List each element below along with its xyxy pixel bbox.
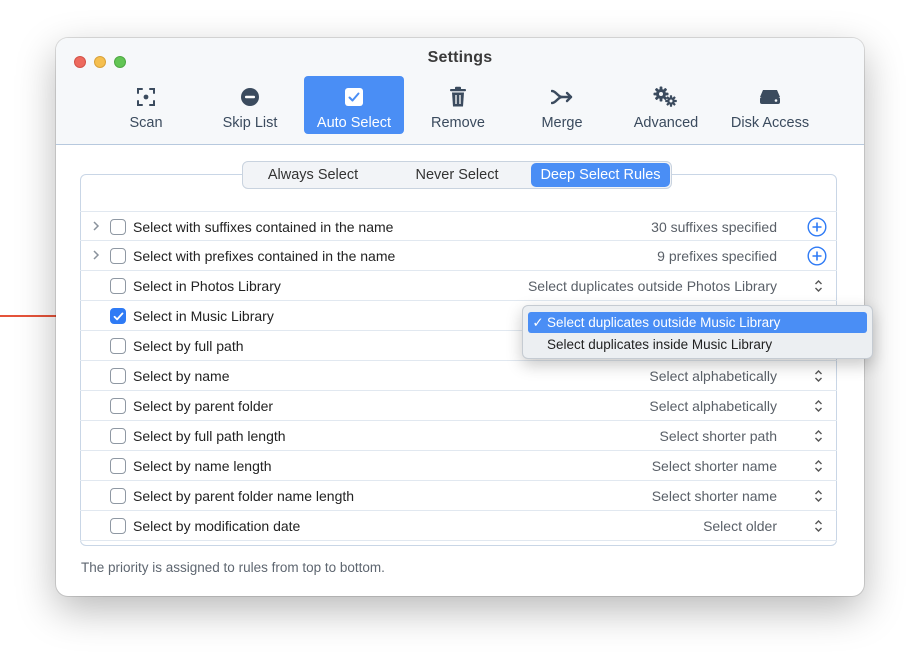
rule-row-full-path-length[interactable]: Select by full path length Select shorte… [80, 421, 837, 451]
rule-value: 9 prefixes specified [657, 248, 777, 264]
footer-note: The priority is assigned to rules from t… [81, 560, 385, 575]
rule-popup-value[interactable]: Select alphabetically [649, 361, 777, 391]
trash-icon [448, 84, 468, 110]
rule-label: Select by parent folder [133, 398, 274, 414]
rule-label: Select with suffixes contained in the na… [133, 219, 394, 235]
rule-checkbox[interactable] [110, 248, 126, 264]
up-down-chevron-icon[interactable] [814, 429, 823, 443]
tab-never-select[interactable]: Never Select [383, 163, 531, 187]
up-down-chevron-icon[interactable] [814, 519, 823, 533]
rules-tab-bar: Always Select Never Select Deep Select R… [242, 161, 672, 189]
toolbar-label: Skip List [222, 115, 278, 131]
toolbar-auto-select-button[interactable]: Auto Select [304, 76, 404, 134]
rule-row-photos-library[interactable]: Select in Photos Library Select duplicat… [80, 271, 837, 301]
chevron-right-icon[interactable] [92, 220, 100, 232]
rule-row-parent-folder[interactable]: Select by parent folder Select alphabeti… [80, 391, 837, 421]
rule-popup-value[interactable]: Select shorter name [652, 481, 777, 511]
toolbar-scan-button[interactable]: Scan [96, 76, 196, 134]
rule-row-modification-date[interactable]: Select by modification date Select older [80, 511, 837, 541]
rule-label: Select with prefixes contained in the na… [133, 248, 396, 264]
rule-checkbox[interactable] [110, 368, 126, 384]
rule-label: Select by modification date [133, 518, 301, 534]
rule-popup-value[interactable]: Select older [703, 511, 777, 541]
rule-row-parent-folder-name-length[interactable]: Select by parent folder name length Sele… [80, 481, 837, 511]
rule-label: Select in Photos Library [133, 278, 281, 294]
rule-row-prefixes[interactable]: Select with prefixes contained in the na… [80, 241, 837, 271]
rule-checkbox[interactable] [110, 518, 126, 534]
rule-popup-value[interactable]: Select alphabetically [649, 391, 777, 421]
toolbar-label: Merge [541, 115, 583, 131]
up-down-chevron-icon[interactable] [814, 399, 823, 413]
rule-value: 30 suffixes specified [651, 219, 777, 235]
rule-popup-value[interactable]: Select duplicates outside Photos Library [528, 271, 777, 301]
toolbar-skip-list-button[interactable]: Skip List [200, 76, 300, 134]
rule-label: Select by full path [133, 338, 244, 354]
rule-label: Select by name [133, 368, 230, 384]
rule-checkbox[interactable] [110, 338, 126, 354]
toolbar-label: Remove [431, 115, 485, 131]
rule-label: Select by full path length [133, 428, 286, 444]
rule-label: Select by parent folder name length [133, 488, 355, 504]
up-down-chevron-icon[interactable] [814, 459, 823, 473]
toolbar-label: Advanced [633, 115, 699, 131]
rule-row-name-length[interactable]: Select by name length Select shorter nam… [80, 451, 837, 481]
rule-row-suffixes[interactable]: Select with suffixes contained in the na… [80, 211, 837, 241]
rule-checkbox[interactable] [110, 219, 126, 235]
menu-option-outside-music-library[interactable]: ✓ Select duplicates outside Music Library [528, 312, 867, 333]
toolbar-label: Scan [129, 115, 163, 131]
rule-row-name[interactable]: Select by name Select alphabetically [80, 361, 837, 391]
rule-checkbox[interactable] [110, 488, 126, 504]
toolbar-disk-access-button[interactable]: Disk Access [720, 76, 820, 134]
tab-always-select[interactable]: Always Select [245, 163, 381, 187]
add-circle-icon[interactable] [807, 217, 827, 237]
checkmark-icon [113, 312, 124, 321]
up-down-chevron-icon[interactable] [814, 369, 823, 383]
rules-list: Select with suffixes contained in the na… [80, 211, 837, 541]
merge-arrow-icon [551, 84, 573, 110]
up-down-chevron-icon[interactable] [814, 279, 823, 293]
menu-option-label: Select duplicates inside Music Library [547, 337, 773, 352]
checkbox-icon [344, 84, 364, 110]
up-down-chevron-icon[interactable] [814, 489, 823, 503]
rule-popup-value[interactable]: Select shorter path [659, 421, 777, 451]
rule-checkbox[interactable] [110, 398, 126, 414]
tab-deep-select-rules[interactable]: Deep Select Rules [531, 163, 670, 187]
menu-option-label: Select duplicates outside Music Library [547, 315, 781, 330]
minus-circle-icon [240, 84, 260, 110]
scan-icon [136, 84, 156, 110]
toolbar-advanced-button[interactable]: Advanced [616, 76, 716, 134]
rule-checkbox[interactable] [110, 278, 126, 294]
title-bar: Settings Scan Skip List Auto Select Remo… [56, 38, 864, 145]
rule-checkbox-checked[interactable] [110, 308, 126, 324]
rule-checkbox[interactable] [110, 458, 126, 474]
toolbar-merge-button[interactable]: Merge [512, 76, 612, 134]
rule-label: Select by name length [133, 458, 272, 474]
toolbar-remove-button[interactable]: Remove [408, 76, 508, 134]
rule-label: Select in Music Library [133, 308, 274, 324]
toolbar-label: Disk Access [730, 115, 810, 131]
add-circle-icon[interactable] [807, 246, 827, 266]
window-title: Settings [427, 49, 493, 66]
checkmark-icon: ✓ [532, 315, 544, 330]
rule-checkbox[interactable] [110, 428, 126, 444]
music-library-dropdown-menu: ✓ Select duplicates outside Music Library… [522, 305, 873, 359]
rule-popup-value[interactable]: Select shorter name [652, 451, 777, 481]
disk-icon [759, 84, 781, 110]
toolbar-label: Auto Select [316, 115, 392, 131]
chevron-right-icon[interactable] [92, 249, 100, 261]
menu-option-inside-music-library[interactable]: Select duplicates inside Music Library [528, 334, 867, 355]
gears-icon [653, 84, 679, 110]
